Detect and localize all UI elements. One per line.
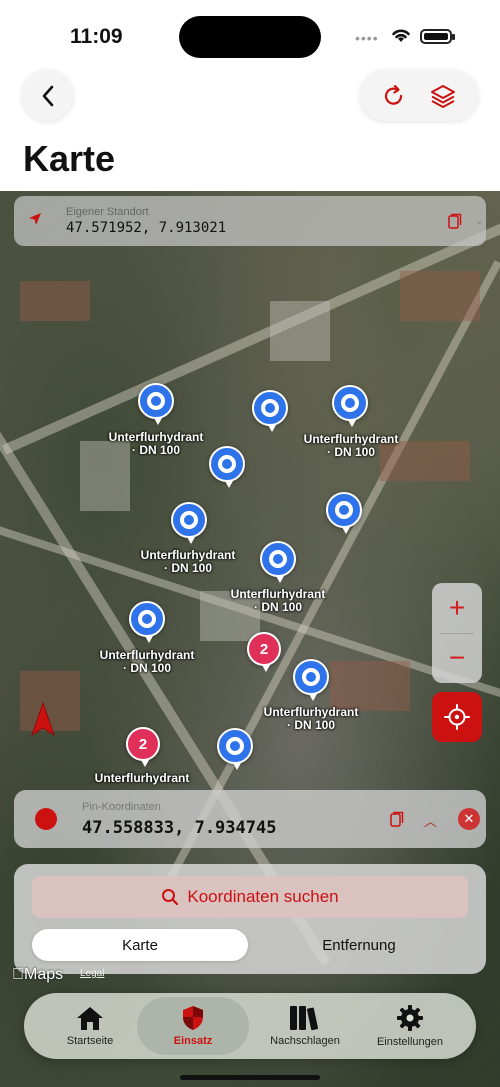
chevron-up-icon[interactable]: ︿ <box>424 811 437 830</box>
search-icon <box>162 889 179 906</box>
hydrant-pin[interactable] <box>138 383 174 425</box>
compass-icon[interactable] <box>30 701 56 737</box>
dynamic-island <box>179 16 321 58</box>
tab-label: Einstellungen <box>376 1036 444 1048</box>
hydrant-label: Unterflurhydrant · DN 100 <box>108 430 204 457</box>
chevron-left-icon <box>42 85 53 106</box>
pin-coordinates-label: Pin-Koordinaten <box>82 801 161 813</box>
status-time: 11:09 <box>70 25 123 48</box>
hydrant-pin[interactable] <box>129 601 165 643</box>
hydrant-pin[interactable] <box>209 446 245 488</box>
copy-icon[interactable] <box>390 811 404 827</box>
tab-bar: Startseite Einsatz Nachschlagen Einstell… <box>24 993 476 1059</box>
copy-icon[interactable] <box>448 213 462 229</box>
map-building <box>20 281 90 321</box>
locate-me-button[interactable] <box>432 692 482 742</box>
hydrant-pin[interactable] <box>171 502 207 544</box>
own-location-card[interactable]: Eigener Standort 47.571952, 7.913021 ⌄ <box>14 196 486 246</box>
pin-coordinates-value: 47.558833, 7.934745 <box>82 818 277 838</box>
tab-label: Einsatz <box>173 1035 213 1047</box>
map-building <box>400 271 480 321</box>
hydrant-label: Unterflurhydrant <box>94 771 190 785</box>
hydrant-pin[interactable] <box>260 541 296 583</box>
zoom-control: + − <box>432 583 482 683</box>
hydrant-pin[interactable] <box>252 390 288 432</box>
tab-einstellungen[interactable]: Einstellungen <box>354 997 466 1055</box>
chevron-down-icon[interactable]: ⌄ <box>474 213 484 227</box>
layers-icon[interactable] <box>429 82 457 110</box>
search-coordinates-button[interactable]: Koordinaten suchen <box>32 876 468 918</box>
legal-link[interactable]: Legal <box>80 968 104 979</box>
signal-icon: •••• <box>355 30 379 46</box>
shield-icon <box>183 1006 203 1030</box>
tab-nachschlagen[interactable]: Nachschlagen <box>249 997 361 1055</box>
map-pin-icon <box>35 808 57 830</box>
refresh-icon[interactable] <box>381 83 407 109</box>
zoom-in-button[interactable]: + <box>432 583 482 633</box>
map-road <box>2 217 500 455</box>
tab-label: Nachschlagen <box>270 1035 340 1047</box>
zoom-out-button[interactable]: − <box>432 633 482 683</box>
map-building <box>270 301 330 361</box>
own-location-label: Eigener Standort <box>66 206 149 218</box>
search-coordinates-label: Koordinaten suchen <box>187 887 339 906</box>
hydrant-label: Unterflurhydrant · DN 100 <box>303 432 399 459</box>
books-icon <box>290 1006 319 1031</box>
cluster-marker[interactable]: 2 <box>247 632 281 672</box>
crosshair-icon <box>444 704 470 730</box>
tab-einsatz[interactable]: Einsatz <box>137 997 249 1055</box>
battery-icon <box>420 29 455 44</box>
cluster-marker[interactable]: 2 <box>126 727 160 767</box>
home-indicator <box>180 1075 320 1080</box>
page-title: Karte <box>23 138 116 179</box>
mode-segmented-control: Karte Entfernung <box>32 929 468 961</box>
clear-pin-button[interactable]: ✕ <box>458 808 480 830</box>
segment-karte[interactable]: Karte <box>32 929 248 961</box>
tab-label: Startseite <box>66 1035 114 1047</box>
tab-startseite[interactable]: Startseite <box>34 997 146 1055</box>
hydrant-pin[interactable] <box>293 659 329 701</box>
hydrant-label: Unterflurhydrant · DN 100 <box>140 548 236 575</box>
status-bar: 11:09 •••• <box>0 0 500 70</box>
bottom-panel: Koordinaten suchen Karte Entfernung <box>14 864 486 974</box>
back-button[interactable] <box>22 70 73 121</box>
map-building <box>330 661 410 711</box>
hydrant-label: Unterflurhydrant · DN 100 <box>263 705 359 732</box>
pin-coordinates-card[interactable]: Pin-Koordinaten 47.558833, 7.934745 ︿ ✕ <box>14 790 486 848</box>
segment-entfernung[interactable]: Entfernung <box>250 929 468 961</box>
hydrant-pin[interactable] <box>332 385 368 427</box>
map-action-group <box>360 70 478 121</box>
house-icon <box>77 1007 103 1030</box>
maps-attribution: Maps <box>12 966 63 983</box>
gear-icon <box>397 1005 423 1031</box>
hydrant-pin[interactable] <box>326 492 362 534</box>
hydrant-label: Unterflurhydrant · DN 100 <box>99 648 195 675</box>
hydrant-pin[interactable] <box>217 728 253 770</box>
own-location-value: 47.571952, 7.913021 <box>66 220 227 236</box>
location-arrow-icon <box>29 213 41 225</box>
wifi-icon <box>392 29 410 42</box>
hydrant-label: Unterflurhydrant · DN 100 <box>230 587 326 614</box>
